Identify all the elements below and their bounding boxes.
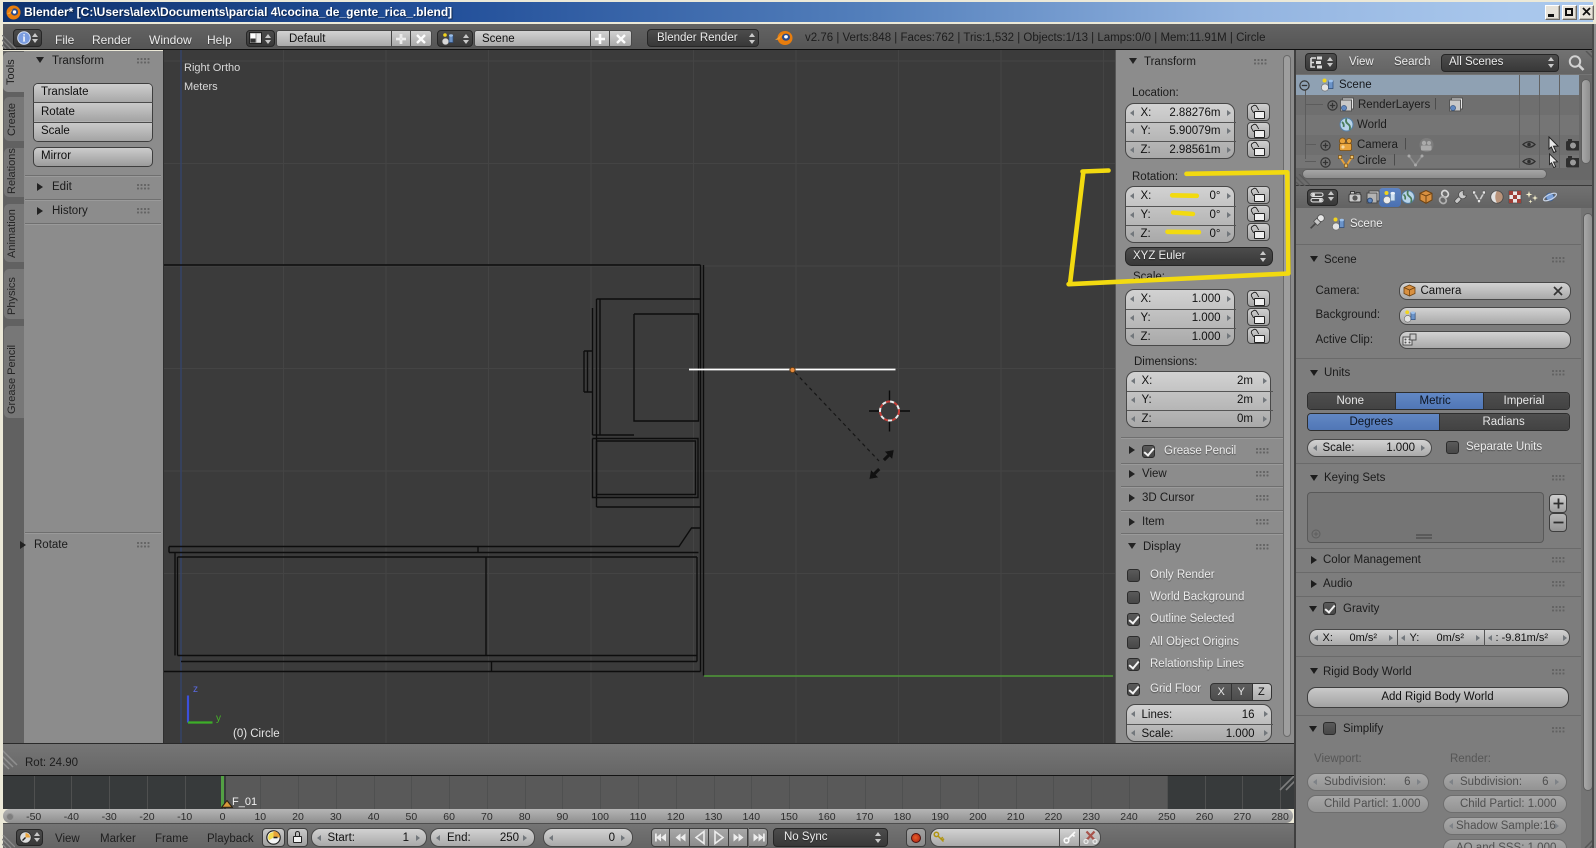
svg-text:y: y — [216, 713, 221, 724]
svg-text:i: i — [22, 34, 25, 45]
svg-text:z: z — [193, 684, 198, 695]
